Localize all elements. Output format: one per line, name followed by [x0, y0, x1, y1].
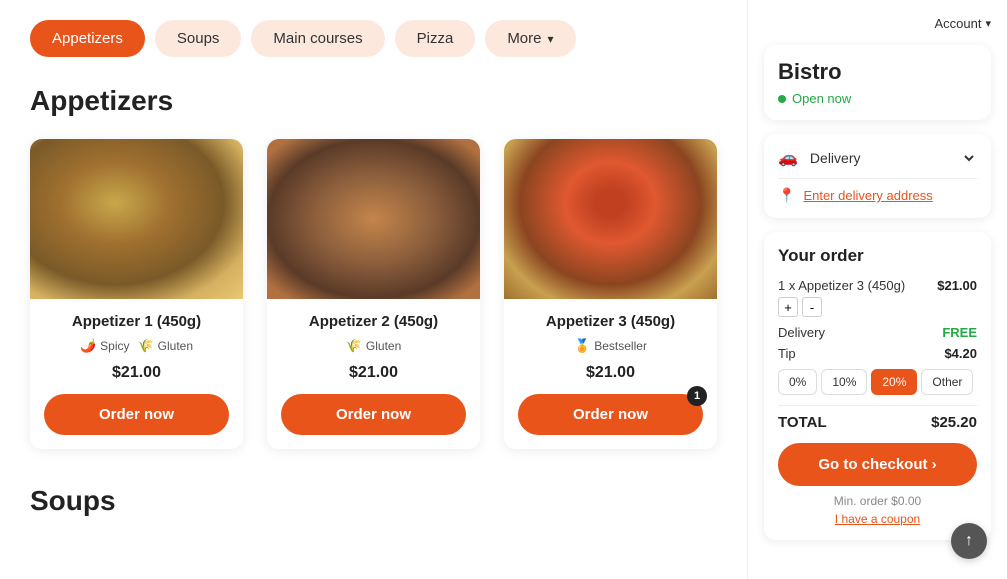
order-btn-3[interactable]: Order now 1	[518, 394, 703, 435]
car-icon: 🚗	[778, 148, 798, 168]
qty-controls: + -	[778, 297, 905, 317]
product-name-1: Appetizer 1 (450g)	[44, 313, 229, 330]
delivery-meta-value: FREE	[942, 325, 977, 340]
spicy-icon: 🌶️	[80, 338, 96, 354]
total-label: TOTAL	[778, 414, 827, 431]
bistro-name: Bistro	[778, 59, 977, 85]
gluten-icon-1: 🌾	[137, 338, 153, 354]
tab-pizza[interactable]: Pizza	[395, 20, 476, 57]
tag-bestseller: 🏅 Bestseller	[574, 338, 647, 354]
product-price-1: $21.00	[44, 364, 229, 382]
order-badge-3: 1	[687, 386, 707, 406]
account-button[interactable]: Account	[934, 16, 991, 31]
divider	[778, 178, 977, 179]
coupon-link[interactable]: I have a coupon	[778, 512, 977, 526]
delivery-type-select[interactable]: Delivery	[806, 149, 977, 167]
tip-option-20[interactable]: 20%	[871, 369, 917, 395]
tip-option-0[interactable]: 0%	[778, 369, 817, 395]
product-card-2: Appetizer 2 (450g) 🌾 Gluten $21.00 Order…	[267, 139, 480, 449]
open-status-label: Open now	[792, 91, 851, 106]
tag-gluten-2: 🌾 Gluten	[346, 338, 402, 354]
open-dot	[778, 95, 786, 103]
order-section: Your order 1 x Appetizer 3 (450g) + - $2…	[764, 232, 991, 540]
main-content: Appetizers Soups Main courses Pizza More…	[0, 0, 747, 579]
tip-label: Tip	[778, 346, 796, 361]
tab-soups[interactable]: Soups	[155, 20, 242, 57]
tag-spicy: 🌶️ Spicy	[80, 338, 130, 354]
soups-title: Soups	[30, 485, 717, 517]
tab-more[interactable]: More	[485, 20, 575, 57]
bistro-card: Bistro Open now	[764, 45, 991, 120]
tag-bestseller-label: Bestseller	[594, 339, 647, 353]
total-row: TOTAL $25.20	[778, 405, 977, 431]
product-tags-3: 🏅 Bestseller	[518, 338, 703, 354]
open-status: Open now	[778, 91, 977, 106]
scroll-up-button[interactable]: ↑	[951, 523, 987, 559]
tag-gluten-1: 🌾 Gluten	[137, 338, 193, 354]
delivery-section: 🚗 Delivery 📍 Enter delivery address	[764, 134, 991, 218]
gluten-icon-2: 🌾	[346, 338, 362, 354]
tip-option-10[interactable]: 10%	[821, 369, 867, 395]
product-image-1	[30, 139, 243, 299]
tag-gluten-label-1: Gluten	[158, 339, 193, 353]
order-item-row: 1 x Appetizer 3 (450g) + - $21.00	[778, 278, 977, 317]
address-link[interactable]: Enter delivery address	[803, 188, 932, 203]
tag-gluten-label-2: Gluten	[366, 339, 401, 353]
product-name-3: Appetizer 3 (450g)	[518, 313, 703, 330]
product-tags-1: 🌶️ Spicy 🌾 Gluten	[44, 338, 229, 354]
bestseller-icon: 🏅	[574, 338, 590, 354]
delivery-meta-row: Delivery FREE	[778, 325, 977, 340]
checkout-button[interactable]: Go to checkout ›	[778, 443, 977, 486]
nav-tabs: Appetizers Soups Main courses Pizza More	[30, 20, 717, 57]
product-grid: Appetizer 1 (450g) 🌶️ Spicy 🌾 Gluten $21…	[30, 139, 717, 449]
qty-plus-btn[interactable]: +	[778, 297, 798, 317]
product-card-1: Appetizer 1 (450g) 🌶️ Spicy 🌾 Gluten $21…	[30, 139, 243, 449]
order-btn-2[interactable]: Order now	[281, 394, 466, 435]
pin-icon: 📍	[778, 187, 795, 204]
account-row: Account	[764, 16, 991, 31]
tag-spicy-label: Spicy	[100, 339, 129, 353]
total-value: $25.20	[931, 414, 977, 431]
tab-main-courses[interactable]: Main courses	[251, 20, 384, 57]
product-price-3: $21.00	[518, 364, 703, 382]
address-row: 📍 Enter delivery address	[778, 187, 977, 204]
appetizers-title: Appetizers	[30, 85, 717, 117]
tip-option-other[interactable]: Other	[921, 369, 973, 395]
tip-row: Tip $4.20	[778, 346, 977, 361]
order-item-price: $21.00	[937, 278, 977, 293]
qty-minus-btn[interactable]: -	[802, 297, 822, 317]
delivery-meta-label: Delivery	[778, 325, 825, 340]
order-btn-1[interactable]: Order now	[44, 394, 229, 435]
product-tags-2: 🌾 Gluten	[281, 338, 466, 354]
product-card-3: Appetizer 3 (450g) 🏅 Bestseller $21.00 O…	[504, 139, 717, 449]
your-order-title: Your order	[778, 246, 977, 266]
product-price-2: $21.00	[281, 364, 466, 382]
product-name-2: Appetizer 2 (450g)	[281, 313, 466, 330]
tab-appetizers[interactable]: Appetizers	[30, 20, 145, 57]
tip-options: 0% 10% 20% Other	[778, 369, 977, 395]
product-image-2	[267, 139, 480, 299]
min-order-text: Min. order $0.00	[778, 494, 977, 508]
tip-amount: $4.20	[944, 346, 977, 361]
product-image-3	[504, 139, 717, 299]
order-item-name: 1 x Appetizer 3 (450g)	[778, 278, 905, 293]
sidebar: Account Bistro Open now 🚗 Delivery 📍 Ent…	[747, 0, 1007, 579]
delivery-row: 🚗 Delivery	[778, 148, 977, 168]
